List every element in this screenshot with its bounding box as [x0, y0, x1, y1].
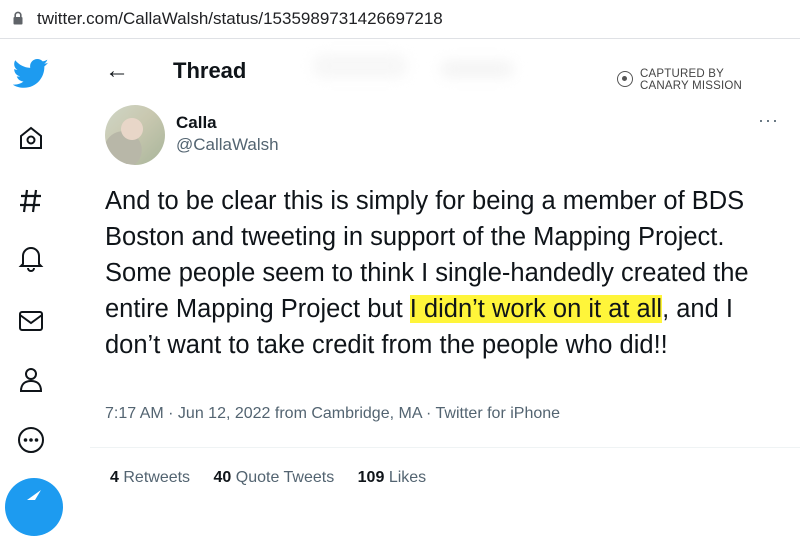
avatar[interactable] — [105, 105, 165, 165]
sidebar-nav — [0, 39, 62, 507]
browser-url-bar[interactable]: twitter.com/CallaWalsh/status/1535989731… — [0, 0, 800, 39]
author-handle[interactable]: @CallaWalsh — [176, 135, 279, 155]
quote-tweets-stat[interactable]: 40 Quote Tweets — [214, 469, 335, 486]
likes-stat[interactable]: 109 Likes — [358, 469, 427, 486]
tweet-stats: 4 Retweets 40 Quote Tweets 109 Likes — [110, 469, 445, 487]
canary-mission-watermark: CAPTURED BY CANARY MISSION — [617, 68, 757, 94]
watermark-line-2: CANARY MISSION — [640, 80, 743, 92]
retweets-count: 4 — [110, 469, 119, 486]
divider — [90, 447, 800, 448]
explore-hashtag-icon[interactable] — [12, 182, 50, 220]
back-arrow-icon[interactable]: ← — [105, 57, 129, 85]
quote-tweets-count: 40 — [213, 469, 232, 486]
quote-tweets-label: Quote Tweets — [235, 469, 335, 486]
canary-logo-icon — [617, 71, 633, 87]
feather-icon — [27, 490, 41, 500]
tweet-text: And to be clear this is simply for being… — [105, 183, 795, 363]
author-name[interactable]: Calla — [176, 113, 217, 133]
profile-icon[interactable] — [12, 361, 50, 399]
tweet-more-icon[interactable]: ··· — [758, 111, 779, 129]
retweets-label: Retweets — [123, 469, 191, 486]
twitter-logo-icon[interactable] — [12, 55, 50, 93]
messages-envelope-icon[interactable] — [12, 302, 50, 340]
compose-tweet-button[interactable] — [5, 478, 63, 536]
likes-label: Likes — [388, 469, 427, 486]
home-icon[interactable] — [12, 119, 50, 157]
likes-count: 109 — [357, 469, 385, 486]
blurred-region — [440, 60, 514, 78]
page-title: Thread — [173, 58, 247, 83]
tweet-timestamp[interactable]: 7:17 AM · Jun 12, 2022 from Cambridge, M… — [105, 405, 560, 423]
more-options-icon[interactable] — [12, 421, 50, 459]
retweets-stat[interactable]: 4 Retweets — [110, 469, 190, 486]
watermark-text: CAPTURED BY CANARY MISSION — [640, 68, 742, 92]
watermark-line-1: CAPTURED BY — [640, 68, 724, 80]
blurred-region — [312, 54, 408, 78]
url-text[interactable]: twitter.com/CallaWalsh/status/1535989731… — [37, 9, 443, 29]
notifications-bell-icon[interactable] — [12, 239, 50, 277]
lock-icon — [13, 11, 23, 25]
highlighted-text: I didn’t work on it at all — [409, 295, 663, 323]
